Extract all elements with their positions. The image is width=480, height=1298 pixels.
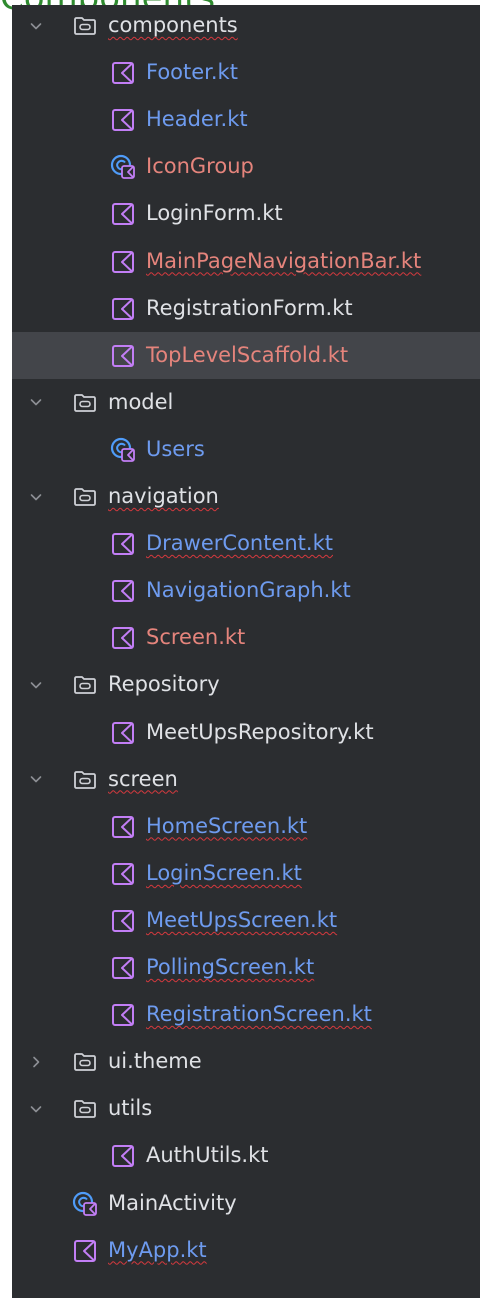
tree-folder-row[interactable]: model (12, 379, 480, 426)
tree-file-row[interactable]: Header.kt (12, 96, 480, 143)
tree-file-row[interactable]: LoginForm.kt (12, 190, 480, 237)
tree-item-label: ui.theme (108, 1049, 202, 1074)
kotlin-file-icon (110, 908, 136, 934)
tree-file-row[interactable]: MainPageNavigationBar.kt (12, 238, 480, 285)
tree-item-label: NavigationGraph.kt (146, 578, 351, 603)
tree-file-row[interactable]: RegistrationScreen.kt (12, 991, 480, 1038)
folder-icon (72, 672, 98, 698)
tree-item-label: utils (108, 1096, 153, 1121)
tree-item-label: MainPageNavigationBar.kt (146, 248, 422, 273)
tree-file-row[interactable]: NavigationGraph.kt (12, 567, 480, 614)
tree-item-label: Repository (108, 672, 220, 697)
tree-item-label: Footer.kt (146, 60, 238, 85)
kotlin-class-icon (110, 437, 136, 463)
tree-item-label: Screen.kt (146, 625, 246, 650)
kotlin-file-icon (110, 625, 136, 651)
folder-icon (72, 1096, 98, 1122)
project-tree: components Footer.kt Header.kt IconGroup Log… (12, 5, 480, 1298)
chevron-down-icon[interactable] (22, 756, 50, 803)
chevron-down-icon[interactable] (22, 473, 50, 520)
tree-file-row[interactable]: HomeScreen.kt (12, 803, 480, 850)
folder-icon (72, 390, 98, 416)
kotlin-file-icon (110, 720, 136, 746)
tree-item-label: screen (108, 766, 178, 791)
folder-icon (72, 13, 98, 39)
tree-item-label: DrawerContent.kt (146, 531, 333, 556)
tree-file-row[interactable]: IconGroup (12, 143, 480, 190)
tree-item-label: Header.kt (146, 107, 248, 132)
tree-item-label: IconGroup (146, 154, 254, 179)
kotlin-file-icon (110, 814, 136, 840)
tree-folder-row[interactable]: utils (12, 1085, 480, 1132)
kotlin-class-icon (72, 1191, 98, 1217)
kotlin-file-icon (72, 1238, 98, 1264)
tree-item-label: LoginForm.kt (146, 201, 283, 226)
tree-file-row[interactable]: AuthUtils.kt (12, 1132, 480, 1179)
tree-item-label: Users (146, 436, 205, 461)
kotlin-file-icon (110, 201, 136, 227)
kotlin-file-icon (110, 107, 136, 133)
tree-file-row[interactable]: Screen.kt (12, 614, 480, 661)
tree-file-row[interactable]: RegistrationForm.kt (12, 285, 480, 332)
chevron-down-icon[interactable] (22, 1085, 50, 1132)
tree-item-label: model (108, 389, 174, 414)
tree-file-row[interactable]: PollingScreen.kt (12, 944, 480, 991)
tree-item-label: MeetUpsRepository.kt (146, 719, 374, 744)
folder-icon (72, 484, 98, 510)
kotlin-class-icon (110, 154, 136, 180)
tree-folder-row[interactable]: ui.theme (12, 1038, 480, 1085)
tree-item-label: navigation (108, 484, 219, 508)
tree-item-label: RegistrationForm.kt (146, 295, 353, 320)
tree-item-label: components (108, 13, 238, 37)
tree-folder-row[interactable]: components (12, 5, 480, 49)
tree-item-label: MeetUpsScreen.kt (146, 907, 338, 932)
tree-folder-row[interactable]: navigation (12, 473, 480, 520)
tree-file-row[interactable]: MainActivity (12, 1180, 480, 1227)
chevron-right-icon[interactable] (22, 1038, 50, 1085)
kotlin-file-icon (110, 955, 136, 981)
tree-item-label: AuthUtils.kt (146, 1143, 269, 1168)
kotlin-file-icon (110, 1002, 136, 1028)
chevron-down-icon[interactable] (22, 661, 50, 708)
folder-icon (72, 767, 98, 793)
kotlin-file-icon (110, 60, 136, 86)
tree-file-row[interactable]: MyApp.kt (12, 1227, 480, 1274)
tree-item-label: MainActivity (108, 1190, 237, 1215)
tree-file-row[interactable]: Footer.kt (12, 49, 480, 96)
kotlin-file-icon (110, 578, 136, 604)
tree-file-row[interactable]: TopLevelScaffold.kt (12, 331, 480, 379)
kotlin-file-icon (110, 861, 136, 887)
chevron-down-icon[interactable] (22, 379, 50, 426)
kotlin-file-icon (110, 343, 136, 369)
tree-file-row[interactable]: LoginScreen.kt (12, 850, 480, 897)
kotlin-file-icon (110, 531, 136, 557)
tree-item-label: PollingScreen.kt (146, 955, 315, 979)
kotlin-file-icon (110, 296, 136, 322)
tree-folder-row[interactable]: screen (12, 756, 480, 803)
tree-folder-row[interactable]: Repository (12, 661, 480, 708)
tree-file-row[interactable]: DrawerContent.kt (12, 520, 480, 567)
project-tool-window: Components componentsFooter.ktHeader.ktI… (0, 0, 480, 1298)
tree-file-row[interactable]: MeetUpsRepository.kt (12, 709, 480, 756)
kotlin-file-icon (110, 1143, 136, 1169)
tree-item-label: MyApp.kt (108, 1237, 207, 1262)
tree-file-row[interactable]: MeetUpsScreen.kt (12, 897, 480, 944)
kotlin-file-icon (110, 249, 136, 275)
folder-icon (72, 1049, 98, 1075)
tree-item-label: TopLevelScaffold.kt (146, 342, 349, 367)
tree-item-label: LoginScreen.kt (146, 860, 302, 885)
tree-item-label: HomeScreen.kt (146, 813, 308, 838)
tree-file-row[interactable]: Users (12, 426, 480, 473)
chevron-down-icon[interactable] (22, 5, 50, 49)
tree-item-label: RegistrationScreen.kt (146, 1002, 372, 1027)
